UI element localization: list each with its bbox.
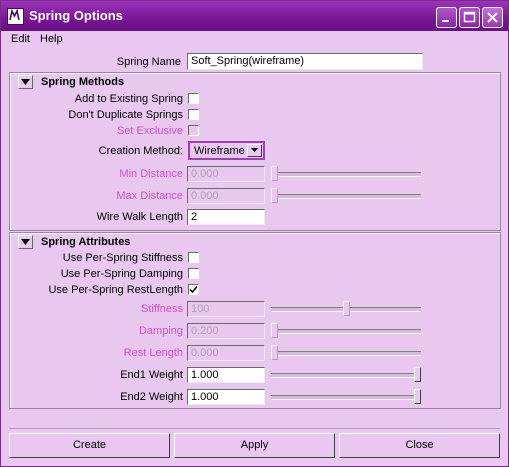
stiffness-input[interactable]: 100 <box>187 301 265 317</box>
spring-options-window: Spring Options Edit Help Spring Name Sof… <box>0 0 509 467</box>
min-distance-label: Min Distance <box>119 168 183 180</box>
stiffness-slider[interactable] <box>271 301 421 317</box>
per-spring-damping-label: Use Per-Spring Damping <box>60 268 183 280</box>
max-distance-input[interactable]: 0.000 <box>187 188 265 204</box>
create-button[interactable]: Create <box>9 433 170 458</box>
spring-name-input[interactable]: Soft_Spring(wireframe) <box>187 53 423 70</box>
slider-track <box>271 351 421 356</box>
slider-track <box>271 395 421 400</box>
dont-duplicate-label: Don't Duplicate Springs <box>68 109 183 121</box>
wire-walk-length-input[interactable]: 2 <box>187 209 265 225</box>
menu-bar: Edit Help <box>1 31 508 48</box>
dont-duplicate-checkbox[interactable] <box>188 109 199 120</box>
min-distance-input[interactable]: 0.000 <box>187 166 265 182</box>
end1-weight-label: End1 Weight <box>120 369 183 381</box>
slider-thumb[interactable] <box>343 301 350 316</box>
slider-thumb[interactable] <box>271 188 278 203</box>
spring-methods-collapse-toggle[interactable] <box>18 75 33 89</box>
slider-track <box>271 329 421 334</box>
spring-methods-heading: Spring Methods <box>41 76 125 88</box>
menu-edit[interactable]: Edit <box>11 33 30 45</box>
per-spring-stiffness-label: Use Per-Spring Stiffness <box>62 252 183 264</box>
slider-track <box>271 373 421 378</box>
stiffness-label: Stiffness <box>141 303 183 315</box>
close-button[interactable]: Close <box>339 433 500 458</box>
wire-walk-length-label: Wire Walk Length <box>96 211 183 223</box>
add-to-existing-label: Add to Existing Spring <box>74 93 183 105</box>
set-exclusive-label: Set Exclusive <box>116 125 183 137</box>
chevron-down-icon <box>251 148 258 152</box>
max-distance-slider[interactable] <box>271 188 421 204</box>
slider-thumb[interactable] <box>271 166 278 181</box>
per-spring-rest-length-label: Use Per-Spring RestLength <box>48 284 183 296</box>
button-separator <box>9 428 500 429</box>
rest-length-slider[interactable] <box>271 345 421 361</box>
rest-length-input[interactable]: 0.000 <box>187 345 265 361</box>
maya-app-icon[interactable] <box>7 8 24 25</box>
title-bar[interactable]: Spring Options <box>1 1 508 31</box>
rest-length-label: Rest Length <box>123 347 183 359</box>
maximize-button[interactable] <box>459 7 480 28</box>
slider-track <box>271 194 421 199</box>
minimize-button[interactable] <box>436 7 457 28</box>
damping-input[interactable]: 0.200 <box>187 323 265 339</box>
end2-weight-label: End2 Weight <box>120 391 183 403</box>
dropdown-arrow-button[interactable] <box>247 144 262 157</box>
per-spring-damping-checkbox[interactable] <box>188 268 199 279</box>
spring-attributes-collapse-toggle[interactable] <box>18 235 33 249</box>
slider-thumb[interactable] <box>271 345 278 360</box>
end2-weight-slider[interactable] <box>271 389 421 405</box>
spring-name-label: Spring Name <box>116 56 181 68</box>
end2-weight-input[interactable]: 1.000 <box>187 389 265 405</box>
slider-thumb[interactable] <box>414 367 421 382</box>
apply-button[interactable]: Apply <box>174 433 335 458</box>
end1-weight-slider[interactable] <box>271 367 421 383</box>
min-distance-slider[interactable] <box>271 166 421 182</box>
max-distance-label: Max Distance <box>116 190 183 202</box>
creation-method-value: Wireframe <box>194 145 245 157</box>
creation-method-label: Creation Method: <box>98 145 183 157</box>
set-exclusive-checkbox[interactable] <box>188 125 199 136</box>
menu-help[interactable]: Help <box>40 33 63 45</box>
slider-thumb[interactable] <box>271 323 278 338</box>
end1-weight-input[interactable]: 1.000 <box>187 367 265 383</box>
spring-attributes-heading: Spring Attributes <box>41 236 131 248</box>
triangle-down-icon <box>21 79 30 85</box>
damping-slider[interactable] <box>271 323 421 339</box>
checkmark-icon <box>189 286 198 294</box>
triangle-down-icon <box>21 239 30 245</box>
close-window-button[interactable] <box>482 7 503 28</box>
creation-method-dropdown[interactable]: Wireframe <box>188 141 265 160</box>
damping-label: Damping <box>138 325 183 337</box>
window-title: Spring Options <box>29 8 123 23</box>
per-spring-rest-length-checkbox[interactable] <box>188 284 199 295</box>
slider-thumb[interactable] <box>414 389 421 404</box>
per-spring-stiffness-checkbox[interactable] <box>188 252 199 263</box>
slider-track <box>271 172 421 177</box>
add-to-existing-checkbox[interactable] <box>188 93 199 104</box>
